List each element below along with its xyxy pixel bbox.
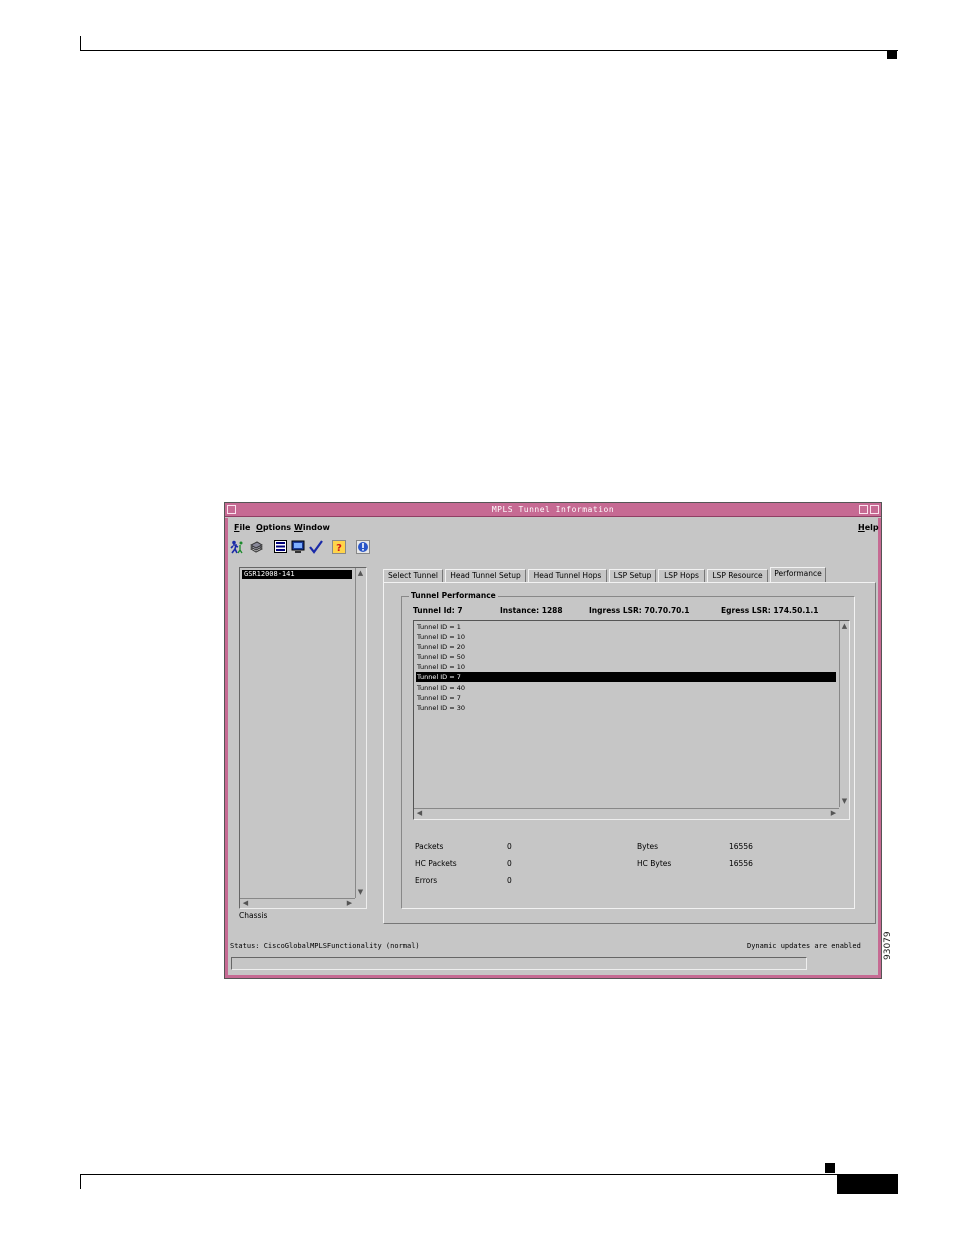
hc-bytes-label: HC Bytes (637, 859, 672, 868)
list-item-selected[interactable]: Tunnel ID = 7 (416, 672, 836, 682)
menu-file[interactable]: File (234, 523, 250, 532)
figure-number: 93079 (883, 931, 893, 960)
group-title: Tunnel Performance (409, 591, 498, 600)
check-icon[interactable] (308, 539, 323, 554)
tree-item-selected[interactable]: GSR12008-141 (242, 570, 352, 579)
instance-value: Instance: 1288 (500, 606, 563, 615)
menu-window[interactable]: Window (294, 523, 330, 532)
tunnel-list[interactable]: Tunnel ID = 1 Tunnel ID = 10 Tunnel ID =… (413, 620, 850, 820)
tab-select-tunnel[interactable]: Select Tunnel (383, 569, 443, 582)
list-item[interactable]: Tunnel ID = 7 (416, 693, 836, 703)
tab-lsp-hops[interactable]: LSP Hops (658, 569, 705, 582)
performance-panel: Tunnel Performance Tunnel Id: 7 Instance… (383, 582, 876, 924)
menu-bar: File Options Window Help (228, 520, 879, 536)
errors-label: Errors (415, 876, 438, 885)
ingress-lsr-value: Ingress LSR: 70.70.70.1 (589, 606, 690, 615)
tunnel-performance-group: Tunnel Performance Tunnel Id: 7 Instance… (401, 591, 855, 909)
help-icon[interactable]: ? (331, 539, 346, 554)
list-horizontal-scrollbar[interactable]: ◀ ▶ (414, 808, 839, 817)
progress-bar (231, 957, 807, 970)
bytes-label: Bytes (637, 842, 659, 851)
tab-strip: Select Tunnel Head Tunnel Setup Head Tun… (383, 567, 883, 583)
packets-value: 0 (507, 842, 512, 851)
svg-text:?: ? (336, 543, 342, 554)
scroll-down-arrow-icon[interactable]: ▼ (840, 797, 849, 806)
list-item[interactable]: Tunnel ID = 40 (416, 683, 836, 693)
bytes-value: 16556 (729, 842, 753, 851)
chassis-label: Chassis (239, 911, 268, 920)
egress-lsr-value: Egress LSR: 174.50.1.1 (721, 606, 819, 615)
window-frame-right (878, 518, 881, 978)
page-footer-rule (80, 1174, 898, 1175)
toolbar: ? (229, 538, 429, 556)
window-frame-left (225, 518, 228, 978)
hc-packets-value: 0 (507, 859, 512, 868)
list-item[interactable]: Tunnel ID = 10 (416, 632, 836, 642)
run-icon[interactable] (229, 539, 244, 554)
page-header-rule (80, 50, 898, 51)
stack-icon[interactable] (248, 539, 263, 554)
info-icon[interactable] (355, 539, 370, 554)
list-item[interactable]: Tunnel ID = 30 (416, 703, 836, 713)
tree-horizontal-scrollbar[interactable]: ◀ ▶ (240, 898, 355, 907)
tab-performance[interactable]: Performance (770, 567, 826, 583)
list-item[interactable]: Tunnel ID = 10 (416, 662, 836, 672)
scroll-left-arrow-icon[interactable]: ◀ (415, 809, 424, 818)
scroll-down-arrow-icon[interactable]: ▼ (356, 888, 365, 897)
errors-value: 0 (507, 876, 512, 885)
dynamic-updates-text: Dynamic updates are enabled (747, 942, 861, 950)
scroll-up-arrow-icon[interactable]: ▲ (356, 569, 365, 578)
packets-label: Packets (415, 842, 444, 851)
list-icon[interactable] (273, 539, 288, 554)
window-title: MPLS Tunnel Information (491, 505, 615, 514)
page-header-tick (80, 36, 81, 51)
tab-head-tunnel-hops[interactable]: Head Tunnel Hops (528, 569, 607, 582)
minimize-button[interactable] (859, 505, 868, 514)
scroll-left-arrow-icon[interactable]: ◀ (241, 899, 250, 908)
monitor-icon[interactable] (290, 539, 305, 554)
page-number-tab (837, 1175, 898, 1194)
mpls-tunnel-window: MPLS Tunnel Information File Options Win… (224, 502, 882, 979)
title-bar[interactable]: MPLS Tunnel Information (225, 503, 881, 517)
chassis-tree[interactable]: GSR12008-141 ▲ ▼ ◀ ▶ (239, 567, 367, 909)
menu-help[interactable]: Help (858, 523, 879, 532)
tab-lsp-resource[interactable]: LSP Resource (707, 569, 768, 582)
status-text: Status: CiscoGlobalMPLSFunctionality (no… (230, 942, 420, 950)
tunnel-id-value: Tunnel Id: 7 (413, 606, 463, 615)
list-item[interactable]: Tunnel ID = 1 (416, 622, 836, 632)
page-header-marker (887, 50, 897, 59)
window-frame-bottom (225, 975, 881, 978)
hc-packets-label: HC Packets (415, 859, 457, 868)
list-vertical-scrollbar[interactable]: ▲ ▼ (839, 621, 849, 807)
page-footer-marker (825, 1163, 835, 1173)
list-item[interactable]: Tunnel ID = 50 (416, 652, 836, 662)
tab-lsp-setup[interactable]: LSP Setup (609, 569, 656, 582)
list-item[interactable]: Tunnel ID = 20 (416, 642, 836, 652)
page-footer-tick (80, 1174, 81, 1189)
maximize-button[interactable] (870, 505, 879, 514)
tab-head-tunnel-setup[interactable]: Head Tunnel Setup (445, 569, 526, 582)
menu-options[interactable]: Options (256, 523, 291, 532)
status-bar: Status: CiscoGlobalMPLSFunctionality (no… (229, 941, 877, 953)
scroll-right-arrow-icon[interactable]: ▶ (345, 899, 354, 908)
scroll-up-arrow-icon[interactable]: ▲ (840, 622, 849, 631)
tree-vertical-scrollbar[interactable]: ▲ ▼ (355, 568, 365, 898)
hc-bytes-value: 16556 (729, 859, 753, 868)
scroll-right-arrow-icon[interactable]: ▶ (829, 809, 838, 818)
